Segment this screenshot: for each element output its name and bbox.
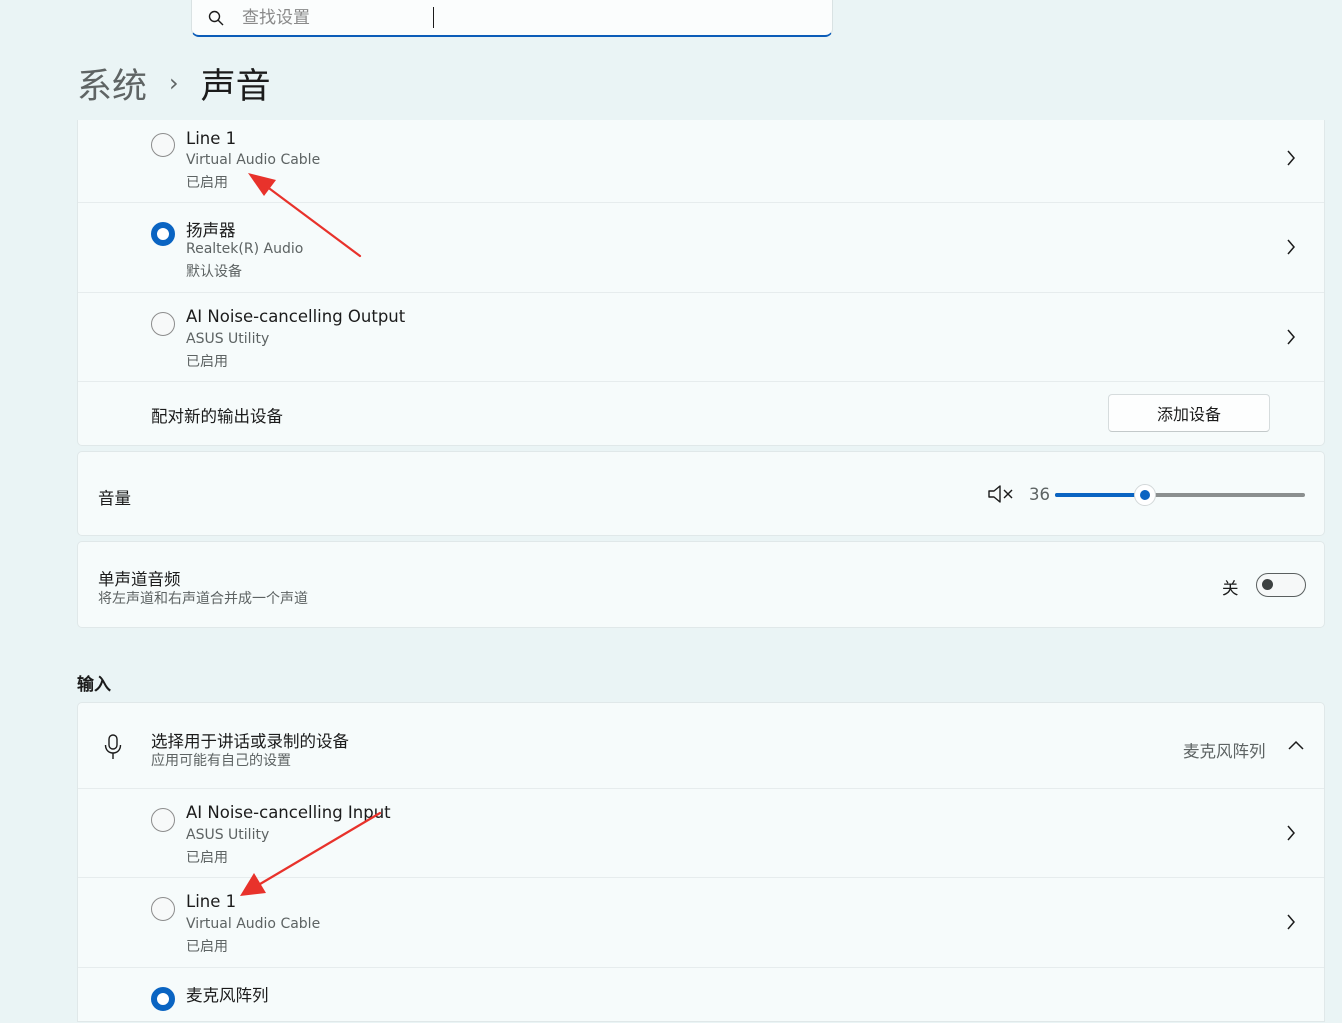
device-status: 默认设备 bbox=[186, 264, 242, 280]
chevron-right-icon[interactable] bbox=[1286, 914, 1296, 930]
device-name: AI Noise-cancelling Input bbox=[186, 803, 391, 822]
search-box[interactable] bbox=[191, 0, 833, 37]
chevron-up-icon[interactable] bbox=[1288, 740, 1304, 750]
mono-audio-title: 单声道音频 bbox=[98, 570, 181, 589]
output-device-row[interactable]: 扬声器 Realtek(R) Audio 默认设备 bbox=[78, 203, 1324, 292]
output-device-row[interactable]: AI Noise-cancelling Output ASUS Utility … bbox=[78, 293, 1324, 381]
device-driver: Virtual Audio Cable bbox=[186, 916, 321, 932]
pair-output-row: 配对新的输出设备 添加设备 bbox=[78, 382, 1324, 445]
device-driver: ASUS Utility bbox=[186, 331, 270, 347]
chevron-right-icon: › bbox=[169, 69, 179, 97]
input-device-list: 选择用于讲话或录制的设备 应用可能有自己的设置 麦克风阵列 AI Noise-c… bbox=[77, 702, 1325, 1022]
device-driver: ASUS Utility bbox=[186, 827, 270, 843]
input-device-radio[interactable] bbox=[151, 897, 175, 921]
output-device-list: Line 1 Virtual Audio Cable 已启用 扬声器 Realt… bbox=[77, 120, 1325, 446]
input-chooser-title: 选择用于讲话或录制的设备 bbox=[151, 732, 349, 751]
chevron-right-icon[interactable] bbox=[1286, 239, 1296, 255]
device-name: Line 1 bbox=[186, 892, 237, 911]
volume-value: 36 bbox=[1029, 485, 1050, 504]
output-device-row[interactable]: Line 1 Virtual Audio Cable 已启用 bbox=[78, 120, 1324, 203]
device-status: 已启用 bbox=[186, 175, 228, 191]
input-device-row[interactable]: Line 1 Virtual Audio Cable 已启用 bbox=[78, 878, 1324, 967]
text-caret bbox=[433, 7, 434, 28]
microphone-icon bbox=[104, 734, 122, 759]
add-device-button[interactable]: 添加设备 bbox=[1108, 394, 1270, 432]
input-device-row[interactable]: AI Noise-cancelling Input ASUS Utility 已… bbox=[78, 789, 1324, 877]
mono-audio-description: 将左声道和右声道合并成一个声道 bbox=[98, 591, 308, 607]
output-device-radio[interactable] bbox=[151, 312, 175, 336]
volume-label: 音量 bbox=[98, 489, 131, 508]
input-device-radio[interactable] bbox=[151, 987, 175, 1011]
output-device-radio[interactable] bbox=[151, 222, 175, 246]
input-chooser-subtitle: 应用可能有自己的设置 bbox=[151, 753, 291, 769]
chevron-right-icon[interactable] bbox=[1286, 329, 1296, 345]
page-title: 声音 bbox=[200, 66, 271, 107]
mono-audio-state: 关 bbox=[1222, 579, 1239, 598]
breadcrumb-parent[interactable]: 系统 bbox=[77, 58, 147, 109]
mono-audio-card: 单声道音频 将左声道和右声道合并成一个声道 关 bbox=[77, 541, 1325, 628]
device-name: 扬声器 bbox=[186, 221, 236, 240]
search-icon bbox=[208, 10, 224, 26]
device-name: Line 1 bbox=[186, 129, 237, 148]
device-driver: Virtual Audio Cable bbox=[186, 152, 321, 168]
device-name: 麦克风阵列 bbox=[186, 986, 269, 1005]
mono-audio-toggle[interactable] bbox=[1256, 573, 1306, 597]
volume-slider-thumb[interactable] bbox=[1134, 484, 1156, 506]
output-device-radio[interactable] bbox=[151, 133, 175, 157]
chevron-right-icon[interactable] bbox=[1286, 150, 1296, 166]
input-device-chooser[interactable]: 选择用于讲话或录制的设备 应用可能有自己的设置 麦克风阵列 bbox=[78, 703, 1324, 788]
volume-slider[interactable] bbox=[1055, 484, 1305, 506]
speaker-mute-icon[interactable] bbox=[988, 485, 1014, 503]
device-driver: Realtek(R) Audio bbox=[186, 241, 304, 257]
input-device-radio[interactable] bbox=[151, 808, 175, 832]
search-input[interactable] bbox=[242, 6, 802, 30]
device-status: 已启用 bbox=[186, 354, 228, 370]
input-device-row[interactable]: 麦克风阵列 bbox=[78, 968, 1324, 1023]
volume-card: 音量 36 bbox=[77, 451, 1325, 536]
current-input-device: 麦克风阵列 bbox=[1183, 742, 1266, 761]
device-name: AI Noise-cancelling Output bbox=[186, 307, 406, 326]
toggle-knob bbox=[1262, 579, 1273, 590]
volume-slider-fill bbox=[1055, 493, 1145, 497]
chevron-right-icon[interactable] bbox=[1286, 825, 1296, 841]
device-status: 已启用 bbox=[186, 850, 228, 866]
input-section-title: 输入 bbox=[77, 675, 111, 695]
device-status: 已启用 bbox=[186, 939, 228, 955]
breadcrumb: 系统 › 声音 bbox=[77, 58, 271, 108]
pair-output-label: 配对新的输出设备 bbox=[151, 407, 283, 426]
